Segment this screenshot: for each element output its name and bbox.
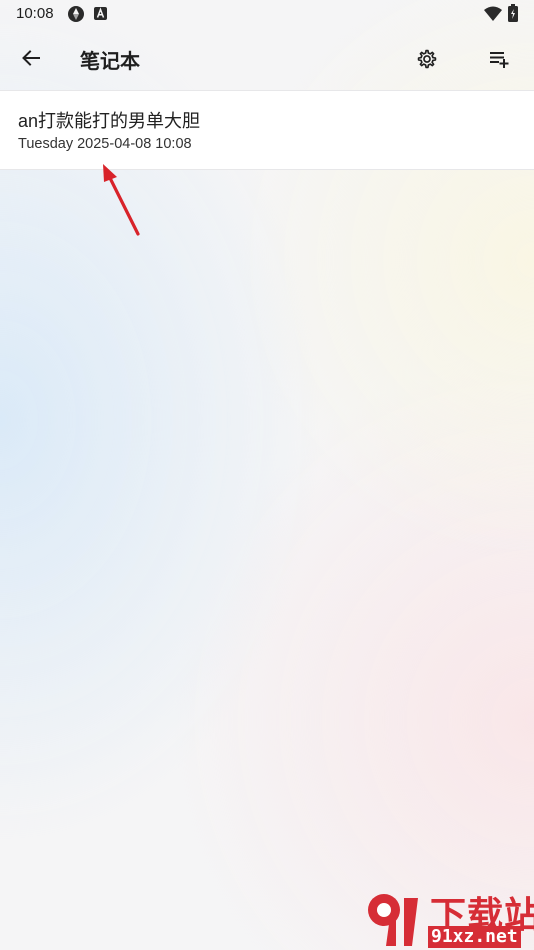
page-title: 笔记本 (80, 51, 140, 73)
app-bar: 笔记本 (0, 28, 534, 90)
status-time: 10:08 (16, 5, 54, 22)
status-bar: 10:08 (0, 0, 534, 28)
note-list-item[interactable]: an打款能打的男单大胆 Tuesday 2025-04-08 10:08 (0, 90, 534, 170)
sync-icon (68, 6, 84, 22)
wifi-icon (484, 6, 502, 21)
add-note-button[interactable] (479, 39, 519, 79)
note-date: Tuesday 2025-04-08 10:08 (18, 136, 192, 152)
arrow-left-icon (22, 50, 40, 66)
watermark-domain: 91xz.net (428, 926, 521, 948)
back-button[interactable] (11, 38, 51, 78)
gear-icon (417, 49, 437, 69)
note-title: an打款能打的男单大胆 (18, 111, 201, 131)
note-list: an打款能打的男单大胆 Tuesday 2025-04-08 10:08 (0, 90, 534, 170)
battery-icon (508, 4, 518, 22)
watermark-logo-icon (368, 894, 418, 946)
settings-button[interactable] (407, 39, 447, 79)
playlist-add-icon (490, 52, 509, 68)
watermark: 下载站 91xz.net (362, 884, 534, 950)
a-badge-icon (94, 7, 107, 20)
annotation-arrow-icon (103, 164, 140, 236)
